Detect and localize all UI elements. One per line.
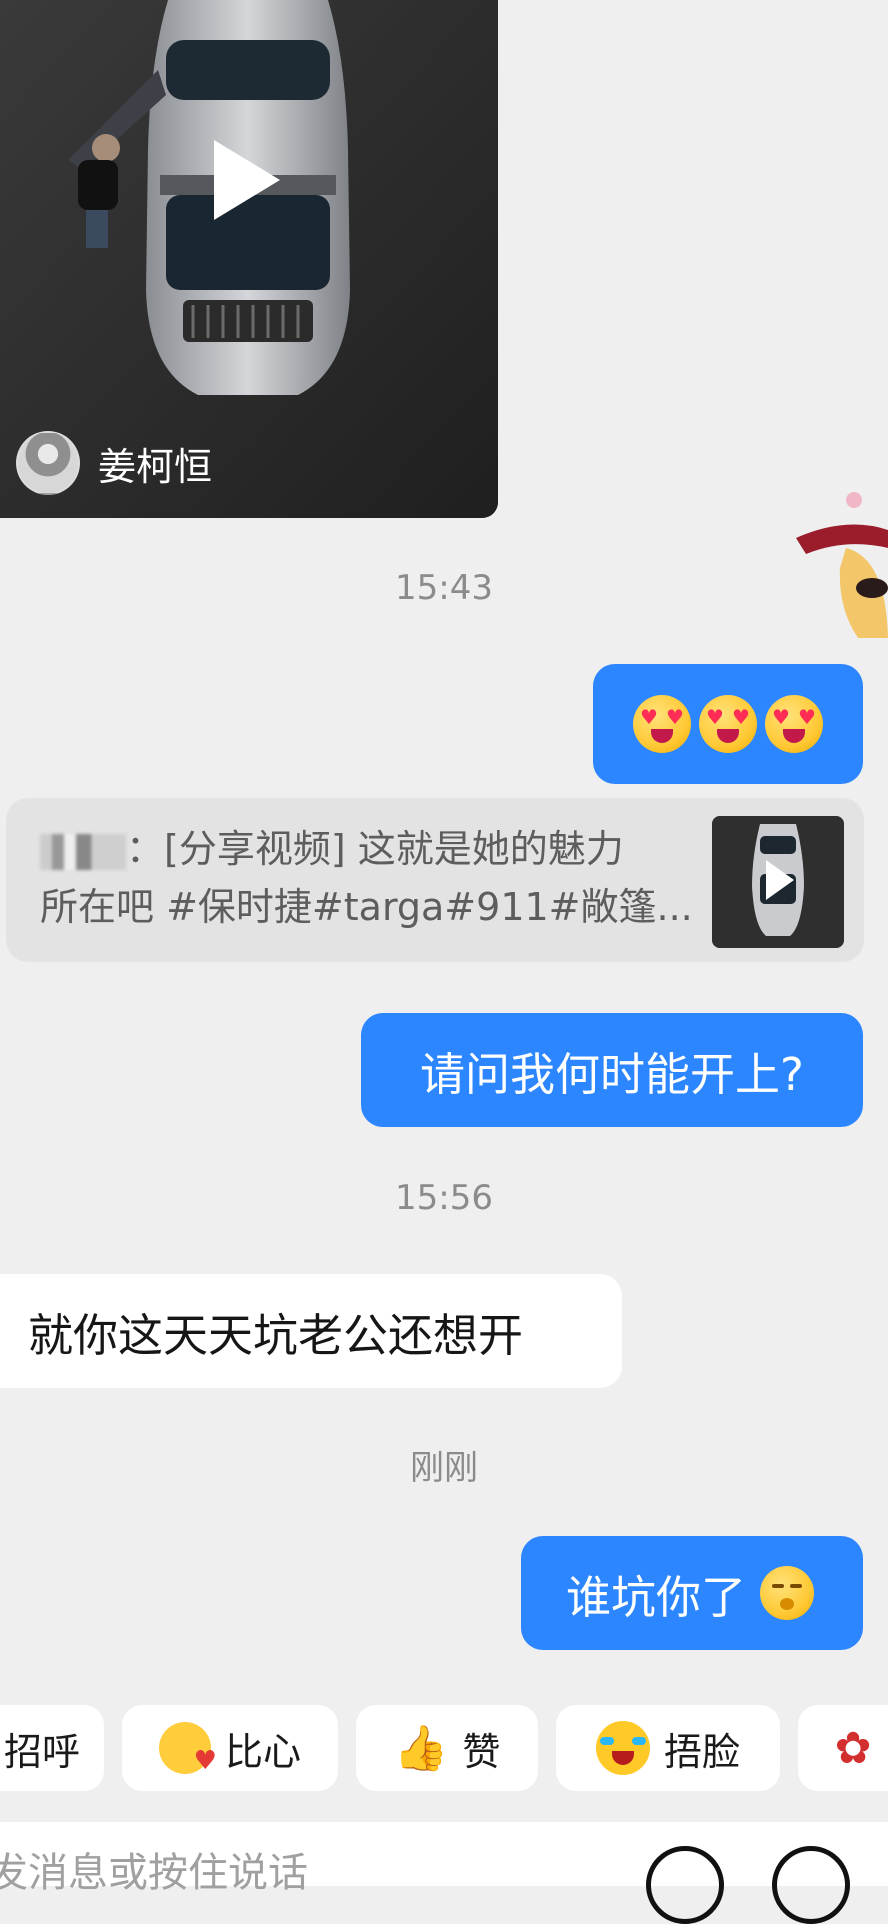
quick-reply-rose[interactable]: ✿: [798, 1705, 888, 1791]
quick-reply-label: 捂脸: [663, 1729, 740, 1774]
quick-reply-like[interactable]: 👍 赞: [356, 1705, 538, 1791]
quote-text: ：[分享视频] 这就是她的魅力 所在吧 #保时捷#targa#911#敞篷...: [40, 820, 700, 936]
quick-reply-label: 赞: [462, 1729, 501, 1774]
message-bubble-outgoing[interactable]: 谁坑你了: [521, 1536, 863, 1650]
timestamp: 15:43: [395, 568, 493, 608]
quick-reply-heart[interactable]: ♥ 比心: [122, 1705, 338, 1791]
message-input[interactable]: 发消息或按住说话: [0, 1840, 308, 1898]
thumbs-up-icon: 👍: [393, 1723, 449, 1774]
author-avatar: [16, 431, 80, 495]
timestamp: 15:56: [395, 1178, 493, 1218]
author-name: 姜柯恒: [98, 444, 213, 489]
emoji-picker-icon[interactable]: [772, 1846, 850, 1924]
heart-eyes-emoji-icon: ♥ ♥: [765, 695, 823, 753]
quick-reply-label: 招呼: [3, 1729, 80, 1774]
message-text: 请问我何时能开上?: [420, 1047, 804, 1101]
duck-heart-icon: ♥: [158, 1722, 217, 1776]
shush-emoji-icon: [760, 1566, 814, 1620]
quick-reply-label: 比心: [224, 1729, 301, 1774]
facepalm-icon: [595, 1721, 650, 1775]
quoted-shared-video[interactable]: ：[分享视频] 这就是她的魅力 所在吧 #保时捷#targa#911#敞篷...: [6, 798, 864, 962]
message-text: 谁坑你了: [565, 1570, 746, 1624]
voice-icon[interactable]: [646, 1846, 724, 1924]
heart-eyes-emoji-icon: ♥ ♥: [699, 695, 757, 753]
message-bubble-outgoing[interactable]: 请问我何时能开上?: [361, 1013, 863, 1127]
emoji-message-bubble[interactable]: ♥ ♥ ♥ ♥ ♥ ♥: [593, 664, 863, 784]
quote-line-1: ：[分享视频] 这就是她的魅力: [126, 827, 624, 871]
quick-reply-facepalm[interactable]: 捂脸: [556, 1705, 780, 1791]
blurred-username: [40, 833, 126, 870]
quote-line-2: 所在吧 #保时捷#targa#911#敞篷...: [40, 885, 693, 929]
message-bubble-incoming[interactable]: 就你这天天坑老公还想开: [0, 1274, 622, 1388]
quick-reply-greet[interactable]: 招呼: [0, 1705, 104, 1791]
video-author: 姜柯恒: [16, 431, 213, 495]
heart-eyes-emoji-icon: ♥ ♥: [633, 695, 691, 753]
quote-video-thumbnail[interactable]: [712, 816, 844, 948]
rose-icon: ✿: [834, 1722, 872, 1774]
message-text: 就你这天天坑老公还想开: [28, 1308, 524, 1362]
timestamp: 刚刚: [410, 1448, 478, 1488]
